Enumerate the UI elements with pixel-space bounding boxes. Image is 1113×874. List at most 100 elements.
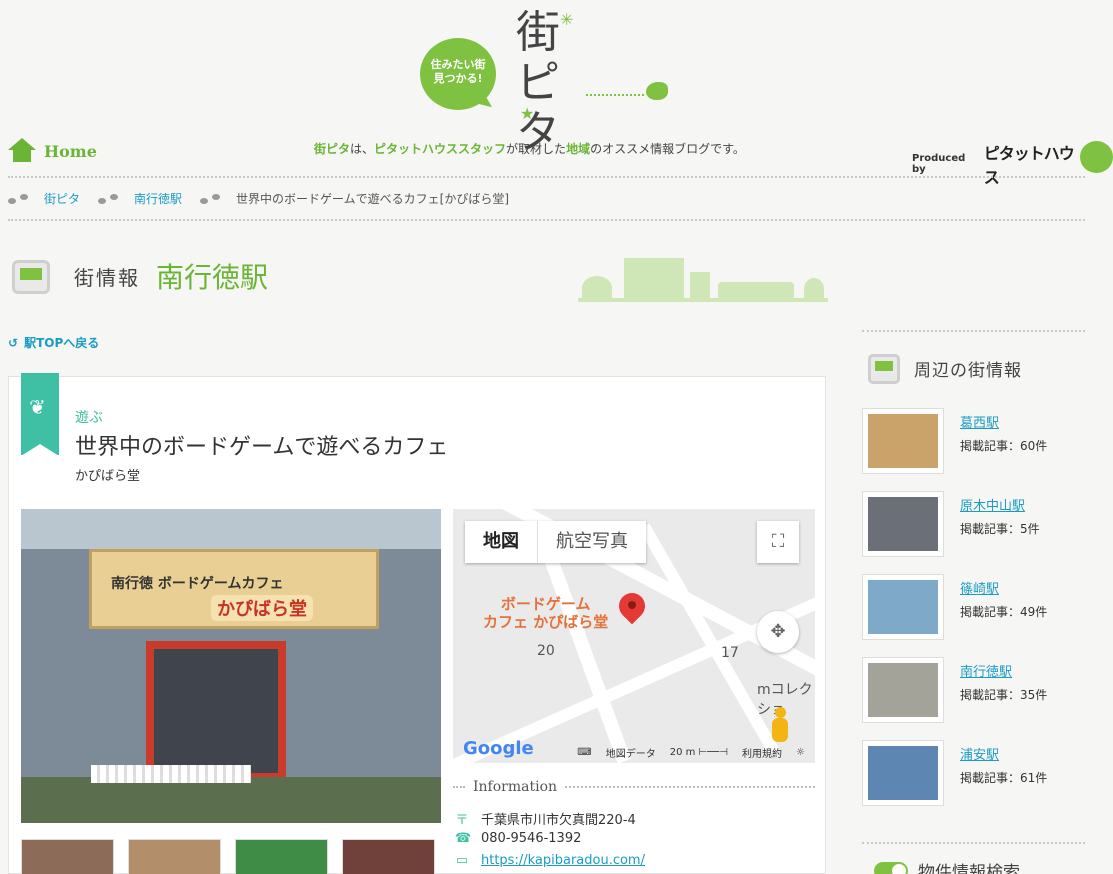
bird-trail bbox=[586, 94, 644, 96]
info-phone: ☎ 080-9546-1392 bbox=[455, 831, 581, 846]
site-logo[interactable]: 住みたい街 見つかる! 街ピタ ✳ ★ bbox=[420, 8, 670, 158]
phone-icon: ☎ bbox=[455, 831, 472, 846]
brand-name: ピタットハウス bbox=[983, 144, 1075, 187]
map-tab-map[interactable]: 地図 bbox=[465, 521, 538, 563]
divider bbox=[8, 176, 1085, 178]
toggle-icon bbox=[874, 861, 908, 874]
breadcrumb-current: 世界中のボードゲームで遊べるカフェ[かぴばら堂] bbox=[236, 192, 510, 206]
map-scale-label: 20 m bbox=[669, 746, 696, 758]
google-map[interactable]: 地図 航空写真 ⛶ ✥ ボードゲーム カフェ かぴばら堂 20 17 mコレクシ… bbox=[453, 509, 815, 763]
photo-sign-text: 南行徳 ボードゲームカフェ bbox=[111, 576, 284, 592]
station-link[interactable]: 葛西駅 bbox=[960, 412, 1047, 431]
bird-icon bbox=[646, 82, 668, 100]
back-to-station-link[interactable]: ↺ 駅TOPへ戻る bbox=[8, 334, 99, 351]
star-icon: ✳ bbox=[560, 10, 574, 29]
divider bbox=[862, 842, 1085, 844]
phone-text: 080-9546-1392 bbox=[481, 831, 582, 846]
main-photo[interactable]: 南行徳 ボードゲームカフェ かぴばら堂 bbox=[21, 509, 441, 823]
article-count: 掲載記事：35件 bbox=[960, 688, 1048, 702]
article-card: ❦ 遊ぶ 世界中のボードゲームで遊べるカフェ かぴばら堂 南行徳 ボードゲームカ… bbox=[8, 373, 826, 874]
map-pin-icon[interactable] bbox=[613, 587, 651, 629]
article-count: 掲載記事：61件 bbox=[960, 771, 1048, 785]
station-thumbnail[interactable] bbox=[862, 408, 944, 474]
bubble-text: 住みたい街 見つかる! bbox=[430, 58, 486, 85]
map-footer: ⌨ 地図データ 20 m ⊢──⊣ 利用規約 ☼ bbox=[453, 741, 815, 763]
article-count: 掲載記事：60件 bbox=[960, 439, 1048, 453]
map-place-label[interactable]: ボードゲーム カフェ かぴばら堂 bbox=[483, 595, 608, 631]
site-tagline: 街ピタは、ピタットハウススタッフが取材した地域のオススメ情報ブログです。 bbox=[314, 140, 745, 157]
photo-thumbnail[interactable] bbox=[128, 839, 221, 874]
pan-control-button[interactable]: ✥ bbox=[757, 611, 799, 653]
nearby-stations-heading: 周辺の街情報 bbox=[866, 348, 1022, 388]
logo-bubble: 住みたい街 見つかる! bbox=[420, 38, 496, 110]
report-bug-icon[interactable]: ☼ bbox=[796, 747, 805, 758]
page-title-station: 南行徳駅 bbox=[156, 261, 269, 294]
train-icon bbox=[8, 250, 56, 302]
article-count: 掲載記事：5件 bbox=[960, 522, 1040, 536]
footprint-icon bbox=[98, 193, 120, 204]
street-view-pegman-icon[interactable] bbox=[769, 707, 791, 745]
station-link[interactable]: 篠崎駅 bbox=[960, 578, 1047, 597]
tagline-part: は、 bbox=[350, 142, 375, 156]
nearby-stations-title: 周辺の街情報 bbox=[914, 360, 1022, 381]
divider bbox=[862, 330, 1085, 332]
photo-thumbnail[interactable] bbox=[21, 839, 114, 874]
station-link[interactable]: 浦安駅 bbox=[960, 744, 1047, 763]
footprint-icon bbox=[200, 193, 222, 204]
map-type-tabs: 地図 航空写真 bbox=[465, 521, 646, 563]
return-arrow-icon: ↺ bbox=[8, 335, 19, 350]
list-item: 篠崎駅掲載記事：49件 bbox=[862, 574, 1084, 657]
list-item: 浦安駅掲載記事：61件 bbox=[862, 740, 1084, 823]
property-search-heading: 物件情報検索 bbox=[874, 858, 1020, 874]
map-block-number: 17 bbox=[721, 645, 739, 661]
station-thumbnail[interactable] bbox=[862, 657, 944, 723]
footprint-icon bbox=[8, 193, 30, 204]
category-ribbon: ❦ bbox=[21, 373, 59, 456]
information-heading: Information bbox=[453, 779, 815, 795]
info-website: ▭ https://kapibaradou.com/ bbox=[455, 853, 645, 868]
map-terms-link[interactable]: 利用規約 bbox=[742, 745, 782, 760]
star-icon: ★ bbox=[520, 104, 535, 123]
back-link-label: 駅TOPへ戻る bbox=[24, 336, 100, 350]
list-item: 原木中山駅掲載記事：5件 bbox=[862, 491, 1084, 574]
monitor-icon: ▭ bbox=[455, 853, 469, 868]
logo-text: 街ピタ bbox=[516, 7, 560, 158]
page-title: 街情報 南行徳駅 bbox=[8, 250, 268, 302]
map-tab-satellite[interactable]: 航空写真 bbox=[538, 521, 646, 563]
station-link[interactable]: 南行徳駅 bbox=[960, 661, 1047, 680]
tagline-part: が取材した bbox=[506, 142, 567, 156]
information-label: Information bbox=[473, 779, 558, 795]
train-icon bbox=[866, 348, 904, 388]
station-thumbnail[interactable] bbox=[862, 740, 944, 806]
article-category: 遊ぶ bbox=[75, 410, 103, 426]
breadcrumb-link[interactable]: 南行徳駅 bbox=[134, 190, 182, 207]
breadcrumb-link[interactable]: 街ピタ bbox=[44, 190, 80, 207]
article-subtitle: かぴばら堂 bbox=[75, 469, 141, 484]
photo-thumbnail[interactable] bbox=[235, 839, 328, 874]
produced-by-label: Produced by bbox=[912, 153, 966, 175]
page-title-label: 街情報 bbox=[74, 265, 140, 290]
photo-thumbnails bbox=[21, 839, 435, 874]
map-block-number: 20 bbox=[537, 643, 555, 659]
fullscreen-button[interactable]: ⛶ bbox=[757, 521, 799, 563]
photo-thumbnail[interactable] bbox=[342, 839, 435, 874]
map-data-label[interactable]: 地図データ bbox=[606, 745, 656, 760]
station-link[interactable]: 原木中山駅 bbox=[960, 495, 1040, 514]
info-address: 〒 千葉県市川市欠真間220-4 bbox=[455, 809, 636, 828]
tagline-part: 街ピタ bbox=[314, 142, 351, 156]
article-title: 世界中のボードゲームで遊べるカフェ bbox=[75, 435, 449, 460]
map-scale: 20 m ⊢──⊣ bbox=[669, 746, 729, 758]
home-link[interactable]: Home bbox=[8, 138, 97, 164]
station-thumbnail[interactable] bbox=[862, 574, 944, 640]
address-text: 千葉県市川市欠真間220-4 bbox=[481, 813, 636, 828]
skyline-illustration bbox=[578, 254, 828, 302]
property-search-title: 物件情報検索 bbox=[918, 863, 1020, 874]
keyboard-icon[interactable]: ⌨ bbox=[577, 747, 591, 758]
produced-by[interactable]: Produced by ピタットハウス bbox=[912, 140, 1113, 188]
home-icon bbox=[8, 138, 36, 164]
list-item: 南行徳駅掲載記事：35件 bbox=[862, 657, 1084, 740]
tagline-part: 地域 bbox=[566, 142, 591, 156]
website-link[interactable]: https://kapibaradou.com/ bbox=[481, 853, 645, 868]
article-count: 掲載記事：49件 bbox=[960, 605, 1048, 619]
station-thumbnail[interactable] bbox=[862, 491, 944, 557]
